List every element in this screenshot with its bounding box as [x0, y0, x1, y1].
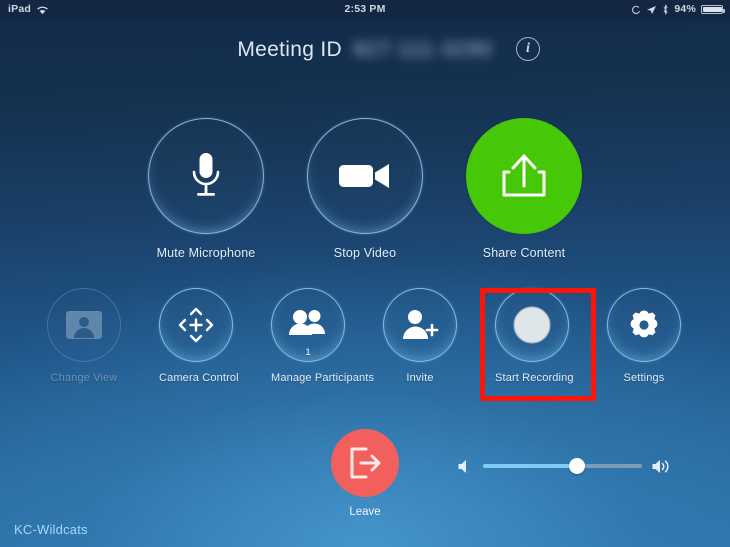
battery-percent-label: 94% — [674, 3, 696, 15]
meeting-id-header: Meeting ID 927-111-3290 — [0, 30, 730, 70]
microphone-icon — [192, 153, 220, 196]
control-settings[interactable]: Settings — [607, 288, 681, 384]
start-recording-label: Start Recording — [495, 372, 574, 384]
share-content-label: Share Content — [482, 246, 566, 260]
share-content-circle[interactable] — [466, 118, 582, 234]
volume-fill — [483, 464, 577, 468]
bluetooth-icon — [663, 4, 668, 15]
change-view-label: Change View — [50, 372, 118, 384]
location-arrow-icon — [647, 5, 657, 14]
start-recording-circle[interactable] — [495, 288, 569, 362]
control-mute-microphone[interactable]: Mute Microphone — [148, 118, 264, 260]
settings-label: Settings — [623, 372, 665, 384]
change-view-circle — [47, 288, 121, 362]
status-bar-clock: 2:53 PM — [344, 3, 386, 15]
camera-control-circle[interactable] — [159, 288, 233, 362]
mute-microphone-circle[interactable] — [148, 118, 264, 234]
meeting-id-value: 927-111-3290 — [352, 38, 493, 61]
exit-door-icon — [350, 447, 381, 479]
volume-track[interactable] — [483, 458, 642, 474]
stop-video-label: Stop Video — [333, 246, 397, 260]
camera-control-label: Camera Control — [159, 372, 239, 384]
people-icon — [289, 309, 325, 335]
stop-video-circle[interactable] — [307, 118, 423, 234]
control-start-recording[interactable]: Start Recording — [495, 288, 574, 384]
control-manage-participants[interactable]: 1 Manage Participants — [271, 288, 375, 384]
control-change-view: Change View — [47, 288, 121, 384]
meeting-id-label: Meeting ID — [237, 38, 342, 61]
record-button-icon — [513, 306, 551, 344]
share-upload-icon — [502, 154, 546, 197]
control-invite[interactable]: Invite — [383, 288, 457, 384]
volume-slider-group[interactable] — [457, 452, 673, 480]
leave-circle[interactable] — [331, 429, 399, 497]
speaker-loud-icon[interactable] — [651, 458, 673, 475]
battery-icon — [701, 5, 725, 14]
account-name-label: KC-Wildcats — [14, 522, 88, 537]
dpad-icon — [178, 307, 214, 343]
invite-label: Invite — [406, 372, 434, 384]
volume-knob[interactable] — [568, 458, 585, 474]
manage-participants-label: Manage Participants — [271, 372, 375, 384]
settings-circle[interactable] — [607, 288, 681, 362]
manage-participants-circle[interactable]: 1 — [271, 288, 345, 362]
invite-circle[interactable] — [383, 288, 457, 362]
speaker-mute-icon[interactable] — [457, 458, 474, 475]
ios-status-bar: iPad 2:53 PM 94% — [0, 0, 730, 19]
control-stop-video[interactable]: Stop Video — [307, 118, 423, 260]
gear-icon — [630, 310, 658, 338]
video-camera-icon — [339, 164, 389, 188]
status-bar-right: 94% — [631, 0, 725, 19]
mute-microphone-label: Mute Microphone — [156, 246, 256, 260]
control-camera-control[interactable]: Camera Control — [159, 288, 239, 384]
person-plus-icon — [403, 310, 439, 339]
participant-count-badge: 1 — [305, 346, 311, 358]
control-share-content[interactable]: Share Content — [466, 118, 582, 260]
leave-label: Leave — [349, 506, 381, 518]
zoom-meeting-controls-screen: iPad 2:53 PM 94% Meeting ID 927-111-3290 — [0, 0, 730, 547]
rotation-lock-icon — [632, 5, 641, 14]
person-card-icon — [66, 311, 102, 339]
